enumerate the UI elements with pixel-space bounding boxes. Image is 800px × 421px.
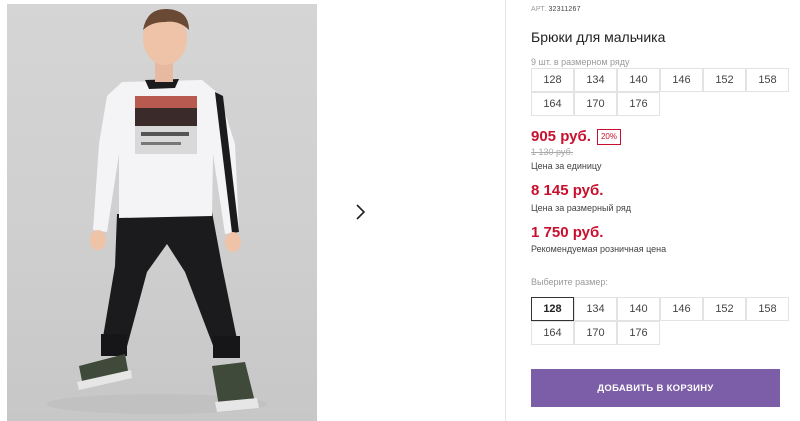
- sku: АРТ. 32311267: [531, 6, 581, 13]
- size-option-selected[interactable]: 128: [531, 297, 574, 321]
- unit-price: 905 руб.: [531, 128, 591, 145]
- pack-size-cell: 152: [703, 68, 746, 92]
- size-picker-grid: 128 134 140 146 152 158 164 170 176: [531, 297, 789, 345]
- size-option[interactable]: 146: [660, 297, 703, 321]
- pack-price-caption: Цена за размерный ряд: [531, 203, 632, 213]
- size-option[interactable]: 134: [574, 297, 617, 321]
- pack-size-cell: 146: [660, 68, 703, 92]
- pack-price: 8 145 руб.: [531, 182, 604, 199]
- pack-size-cell: 134: [574, 68, 617, 92]
- old-price: 1 130 руб.: [531, 147, 574, 157]
- chevron-right-icon: [356, 204, 366, 220]
- retail-price-caption: Рекомендуемая розничная цена: [531, 244, 667, 254]
- pack-size-cell: 140: [617, 68, 660, 92]
- size-picker-label: Выберите размер:: [531, 277, 608, 287]
- pack-size-grid: 128 134 140 146 152 158 164 170 176: [531, 68, 789, 116]
- add-to-cart-button[interactable]: ДОБАВИТЬ В КОРЗИНУ: [531, 369, 780, 407]
- product-title: Брюки для мальчика: [531, 29, 666, 45]
- pack-size-cell: 164: [531, 92, 574, 116]
- pack-note: 9 шт. в размерном ряду: [531, 57, 630, 67]
- pack-size-cell: 128: [531, 68, 574, 92]
- product-gallery: [0, 0, 506, 421]
- size-option[interactable]: 152: [703, 297, 746, 321]
- unit-price-row: 905 руб. 20%: [531, 128, 621, 145]
- unit-price-caption: Цена за единицу: [531, 161, 602, 171]
- pack-size-cell: 158: [746, 68, 789, 92]
- next-image-button[interactable]: [341, 193, 379, 231]
- size-option[interactable]: 170: [574, 321, 617, 345]
- sku-label: АРТ.: [531, 6, 547, 13]
- size-option[interactable]: 140: [617, 297, 660, 321]
- discount-badge: 20%: [596, 128, 621, 145]
- retail-price: 1 750 руб.: [531, 224, 604, 241]
- size-option[interactable]: 158: [746, 297, 789, 321]
- pack-size-cell: 176: [617, 92, 660, 116]
- sku-value: 32311267: [548, 6, 581, 13]
- size-option[interactable]: 176: [617, 321, 660, 345]
- product-photo[interactable]: [7, 4, 317, 421]
- model-illustration: [47, 8, 267, 414]
- pack-size-cell: 170: [574, 92, 617, 116]
- size-option[interactable]: 164: [531, 321, 574, 345]
